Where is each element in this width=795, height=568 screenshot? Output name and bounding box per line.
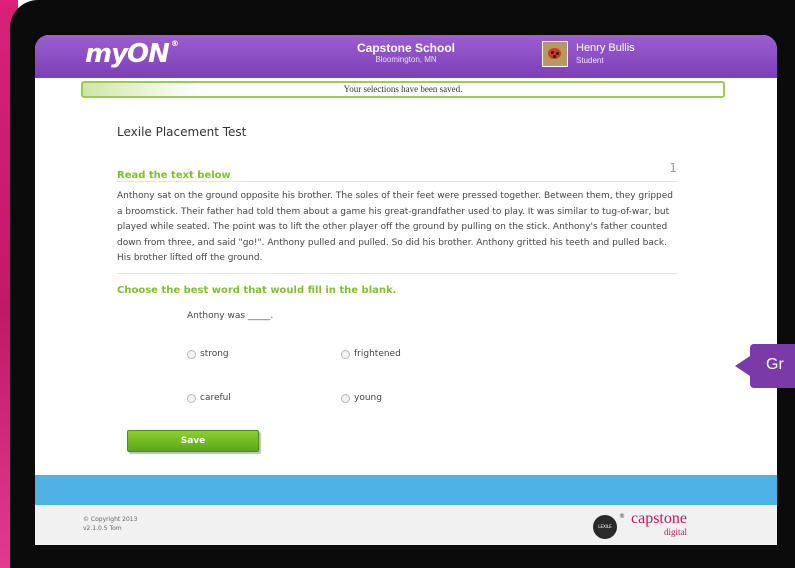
copyright-text: © Copyright 2013 — [83, 516, 138, 523]
option-label: careful — [200, 393, 231, 403]
option-frightened[interactable]: frightened — [341, 349, 401, 359]
radio-button[interactable] — [187, 393, 196, 403]
school-location: Bloomington, MN — [375, 55, 437, 64]
reading-passage: Anthony sat on the ground opposite his b… — [117, 189, 677, 274]
tooltip-text: Gr — [766, 356, 784, 373]
user-info[interactable]: Henry Bullis Student — [576, 42, 635, 68]
save-button[interactable]: Save — [127, 430, 259, 452]
top-header: myON ® Capstone School Bloomington, MN He… — [35, 35, 777, 78]
lexile-registered-mark: ® — [619, 513, 625, 520]
tooltip-arrow-icon — [735, 356, 750, 376]
copyright-info: © Copyright 2013 v2.1.0.5 Tom — [83, 515, 137, 533]
user-role: Student — [576, 56, 604, 65]
option-careful[interactable]: careful — [187, 393, 231, 403]
option-label: frightened — [354, 349, 401, 359]
question-number: 1 — [669, 161, 677, 175]
capstone-digital-logo: capstone digital — [631, 510, 687, 538]
lexile-logo-icon: LEXILE — [593, 515, 617, 539]
user-name: Henry Bullis — [576, 42, 635, 54]
school-name: Capstone School — [356, 41, 455, 55]
question-prompt: Choose the best word that would fill in … — [117, 285, 397, 296]
version-text: v2.1.0.5 Tom — [83, 525, 122, 532]
radio-button[interactable] — [341, 393, 350, 403]
school-info: Capstone School Bloomington, MN — [35, 41, 777, 65]
footer: © Copyright 2013 v2.1.0.5 Tom LEXILE ® c… — [35, 505, 777, 545]
app-screen: myON ® Capstone School Bloomington, MN He… — [35, 35, 777, 545]
radio-button[interactable] — [187, 349, 196, 359]
footer-color-bar — [35, 475, 777, 505]
option-label: young — [354, 393, 382, 403]
option-strong[interactable]: strong — [187, 349, 229, 359]
option-young[interactable]: young — [341, 393, 382, 403]
page-title: Lexile Placement Test — [117, 125, 247, 139]
section-header: Read the text below 1 — [117, 161, 677, 182]
radio-button[interactable] — [341, 349, 350, 359]
section-label: Read the text below — [117, 170, 231, 181]
option-label: strong — [200, 349, 229, 359]
saved-notification-banner: Your selections have been saved. — [81, 81, 725, 98]
question-stem: Anthony was _____. — [187, 311, 274, 321]
ladybug-avatar-icon[interactable] — [542, 41, 568, 67]
